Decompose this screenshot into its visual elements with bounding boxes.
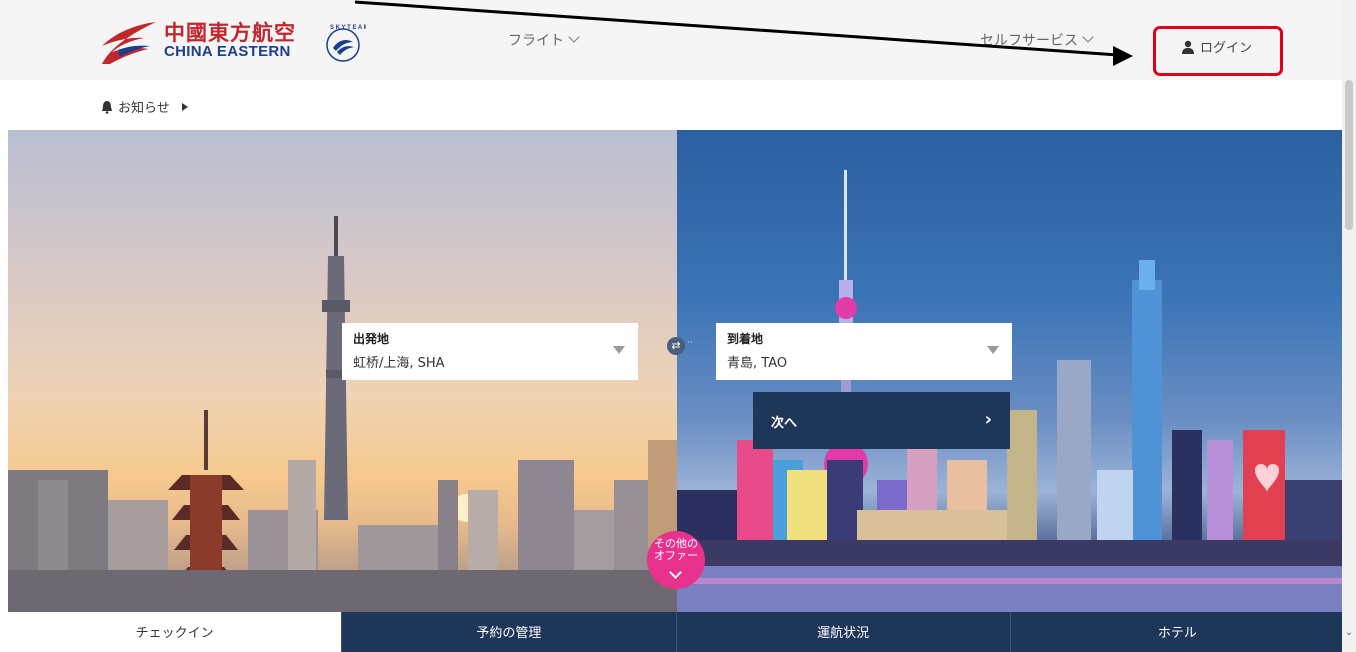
nav-flight[interactable]: フライト: [508, 30, 580, 50]
chevron-down-icon: [669, 566, 682, 579]
next-button[interactable]: 次へ ›: [753, 392, 1010, 449]
chevron-down-icon: [568, 31, 580, 43]
tab-hotel[interactable]: ホテル: [1009, 612, 1344, 652]
skyteam-logo-icon: S K Y T E A M: [326, 25, 366, 62]
departure-label: 出発地: [353, 332, 390, 346]
login-button[interactable]: ログイン: [1181, 37, 1252, 56]
arrival-value: 青島, TAO: [727, 356, 788, 371]
chevron-right-icon: ›: [984, 409, 992, 430]
tab-flight-status[interactable]: 運航状況: [675, 612, 1010, 652]
play-arrow-icon: [181, 102, 188, 111]
scrollbar[interactable]: ⌄: [1342, 0, 1356, 652]
logo-english-text: CHINA EASTERN: [164, 43, 291, 60]
china-eastern-logo[interactable]: 中國東方航空 CHINA EASTERN S K Y T E A M: [98, 16, 368, 66]
caret-down-icon: [613, 346, 625, 354]
scrollbar-thumb[interactable]: [1345, 80, 1353, 230]
bell-icon: [102, 100, 112, 114]
swallow-logo-icon: [102, 22, 156, 64]
nav-self-service[interactable]: セルフサービス: [980, 30, 1094, 50]
svg-text:S K Y T E A M: S K Y T E A M: [330, 25, 366, 31]
arrival-field[interactable]: 到着地 青島, TAO: [716, 323, 1012, 380]
user-icon: [1182, 40, 1194, 54]
tab-manage-booking[interactable]: 予約の管理: [341, 612, 676, 652]
swap-icon[interactable]: ⇄: [667, 337, 685, 355]
service-tabs: チェックイン 予約の管理 運航状況 ホテル: [8, 612, 1344, 652]
next-button-label: 次へ: [771, 416, 798, 431]
other-offers-button[interactable]: その他の オファー: [647, 531, 705, 589]
nav-self-service-label: セルフサービス: [980, 33, 1078, 49]
dots-icon: ··: [687, 338, 693, 348]
tab-check-in[interactable]: チェックイン: [8, 612, 342, 652]
notice-bar: [0, 80, 1342, 130]
notice-link[interactable]: お知らせ: [100, 97, 188, 116]
caret-down-icon: [987, 346, 999, 354]
chevron-down-icon: [1082, 31, 1094, 43]
nav-flight-label: フライト: [508, 33, 564, 49]
scroll-down-icon[interactable]: ⌄: [1344, 628, 1354, 638]
arrival-label: 到着地: [727, 332, 764, 346]
departure-value: 虹桥/上海, SHA: [353, 356, 445, 371]
login-label: ログイン: [1200, 41, 1253, 56]
notice-label: お知らせ: [118, 101, 170, 116]
offer-line2: オファー: [654, 549, 698, 562]
departure-field[interactable]: 出発地 虹桥/上海, SHA: [342, 323, 638, 380]
